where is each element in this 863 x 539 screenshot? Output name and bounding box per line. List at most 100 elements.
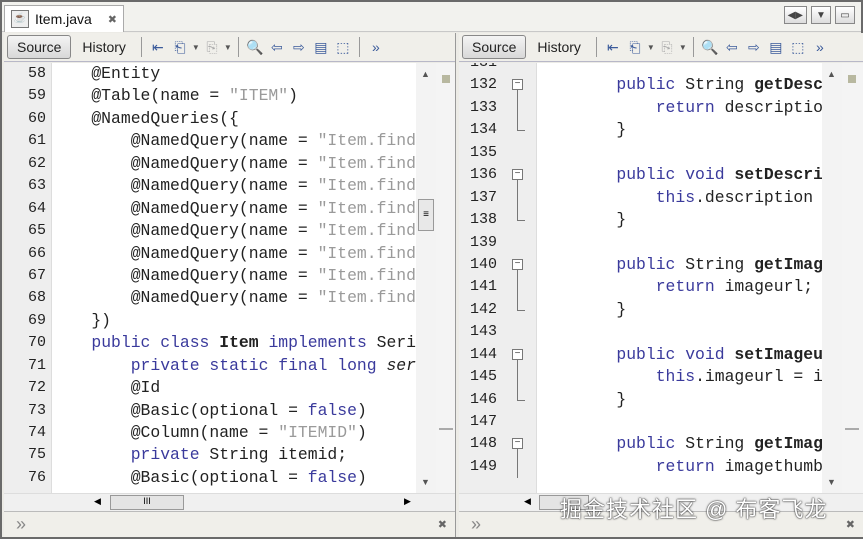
close-tab-icon[interactable]: ✖ xyxy=(108,13,117,26)
code-line[interactable] xyxy=(577,321,822,343)
code-line[interactable]: @Entity xyxy=(52,63,416,85)
history-tab[interactable]: History xyxy=(73,36,135,58)
error-stripe[interactable] xyxy=(436,63,455,493)
code-line[interactable]: } xyxy=(577,119,822,141)
find-icon[interactable]: 🔍 xyxy=(245,38,265,56)
code-line[interactable]: @Column(name = "ITEMID") xyxy=(52,422,416,444)
code-line[interactable]: this.description = de xyxy=(577,187,822,209)
tab-item-java[interactable]: ☕ Item.java ✖ xyxy=(4,5,124,32)
code-line[interactable]: public String getImageurl xyxy=(577,254,822,276)
code-line[interactable]: return imagethumburl; xyxy=(577,456,822,478)
fold-marker xyxy=(502,209,537,231)
code-line[interactable] xyxy=(577,232,822,254)
code-token: Seri xyxy=(366,333,416,353)
code-line[interactable]: @NamedQuery(name = "Item.find xyxy=(52,130,416,152)
code-area[interactable]: @Entity @Table(name = "ITEM") @NamedQuer… xyxy=(52,63,416,493)
code-token: description; xyxy=(724,97,822,117)
code-token: ) xyxy=(288,86,298,106)
back-icon[interactable]: ⎗ xyxy=(170,38,190,56)
find-next-icon[interactable]: ⇨ xyxy=(744,38,764,56)
expand-chevron-icon[interactable]: » xyxy=(16,514,26,535)
code-line[interactable]: this.imageurl = image xyxy=(577,366,822,388)
code-area[interactable]: public String getDescript return descrip… xyxy=(537,63,822,493)
vertical-scrollbar[interactable]: ▲ ≡ ▼ xyxy=(416,63,436,493)
code-line[interactable] xyxy=(577,63,822,74)
code-line[interactable]: @NamedQuery(name = "Item.find xyxy=(52,287,416,309)
scroll-tabs-button[interactable]: ◀▶ xyxy=(783,6,807,24)
code-line[interactable]: public String getDescript xyxy=(577,74,822,96)
find-previous-icon[interactable]: ⇦ xyxy=(722,38,742,56)
back-icon[interactable]: ⎗ xyxy=(625,38,645,56)
code-token: public void xyxy=(616,344,725,364)
fold-collapse-icon[interactable]: − xyxy=(502,433,537,456)
close-icon[interactable]: ✖ xyxy=(438,518,447,531)
code-line[interactable]: public void setDescriptio xyxy=(577,164,822,186)
code-line[interactable]: @Id xyxy=(52,377,416,399)
dropdown-icon[interactable]: ▼ xyxy=(647,43,655,52)
forward-icon[interactable]: ⎘ xyxy=(202,38,222,56)
code-editor[interactable]: 58 59 60 61 62 63 64 65 66 67 68 69 70 71 72 73 74 75 76 @… xyxy=(4,63,455,493)
code-line[interactable]: @NamedQuery(name = "Item.find xyxy=(52,243,416,265)
code-line[interactable]: public String getImagethu xyxy=(577,433,822,455)
code-token: @Basic(optional = xyxy=(52,400,308,420)
code-line[interactable] xyxy=(577,411,822,433)
code-token: public xyxy=(616,75,676,95)
find-next-icon[interactable]: ⇨ xyxy=(289,38,309,56)
fold-marker xyxy=(502,276,537,299)
dropdown-icon[interactable]: ▼ xyxy=(192,43,200,52)
rect-selection-icon[interactable]: ⬚ xyxy=(788,38,808,56)
history-tab[interactable]: History xyxy=(528,36,590,58)
code-line[interactable]: return imageurl; xyxy=(577,276,822,298)
maximize-button[interactable]: ▭ xyxy=(835,6,855,24)
h-scroll-thumb[interactable]: III xyxy=(110,495,184,510)
show-documents-button[interactable]: ▼ xyxy=(811,6,831,24)
code-line[interactable]: @NamedQuery(name = "Item.find xyxy=(52,153,416,175)
fold-collapse-icon[interactable]: − xyxy=(502,74,537,97)
toggle-highlight-icon[interactable]: ▤ xyxy=(766,38,786,56)
dropdown-icon[interactable]: ▼ xyxy=(224,43,232,52)
vertical-scrollbar[interactable]: ▲ ▼ xyxy=(822,63,842,493)
code-line[interactable]: } xyxy=(577,389,822,411)
code-line[interactable]: public void setImageurl(S xyxy=(577,344,822,366)
code-line[interactable]: @NamedQuery(name = "Item.find xyxy=(52,175,416,197)
code-line[interactable]: @NamedQuery(name = "Item.find xyxy=(52,220,416,242)
fold-collapse-icon[interactable]: − xyxy=(502,164,537,187)
code-line[interactable]: @NamedQuery(name = "Item.find xyxy=(52,265,416,287)
close-icon[interactable]: ✖ xyxy=(846,518,855,531)
code-token: "Item.find xyxy=(317,176,416,196)
code-token: @NamedQuery(name = xyxy=(52,153,318,173)
horizontal-scrollbar[interactable]: ◀ III ▶ xyxy=(4,493,455,511)
code-line[interactable]: return description; xyxy=(577,97,822,119)
code-line[interactable]: @NamedQueries({ xyxy=(52,108,416,130)
code-line[interactable]: @Table(name = "ITEM") xyxy=(52,85,416,107)
last-edit-icon[interactable]: ⇤ xyxy=(148,38,168,56)
toggle-highlight-icon[interactable]: ▤ xyxy=(311,38,331,56)
code-line[interactable]: private static final long ser xyxy=(52,355,416,377)
find-icon[interactable]: 🔍 xyxy=(700,38,720,56)
fold-collapse-icon[interactable]: − xyxy=(502,254,537,277)
error-stripe[interactable] xyxy=(842,63,863,493)
code-line[interactable]: } xyxy=(577,299,822,321)
source-tab[interactable]: Source xyxy=(462,35,527,59)
code-line[interactable]: public class Item implements Seri xyxy=(52,332,416,354)
source-tab[interactable]: Source xyxy=(7,35,72,59)
code-editor[interactable]: 131 132 133 134 135 136 137 138 139 140 141 142 143 1… xyxy=(459,63,863,493)
code-line[interactable] xyxy=(577,142,822,164)
rect-selection-icon[interactable]: ⬚ xyxy=(333,38,353,56)
more-icon[interactable]: » xyxy=(810,38,830,56)
find-previous-icon[interactable]: ⇦ xyxy=(267,38,287,56)
code-line[interactable]: @Basic(optional = false) xyxy=(52,400,416,422)
scroll-thumb[interactable]: ≡ xyxy=(418,199,434,231)
expand-chevron-icon[interactable]: » xyxy=(471,514,481,535)
code-line[interactable]: @NamedQuery(name = "Item.find xyxy=(52,198,416,220)
code-line[interactable]: } xyxy=(577,209,822,231)
code-line[interactable]: @Basic(optional = false) xyxy=(52,467,416,489)
more-icon[interactable]: » xyxy=(366,38,386,56)
forward-icon[interactable]: ⎘ xyxy=(657,38,677,56)
fold-collapse-icon[interactable]: − xyxy=(502,344,537,367)
code-line[interactable]: private String itemid; xyxy=(52,444,416,466)
code-line[interactable]: }) xyxy=(52,310,416,332)
dropdown-icon[interactable]: ▼ xyxy=(679,43,687,52)
last-edit-icon[interactable]: ⇤ xyxy=(603,38,623,56)
